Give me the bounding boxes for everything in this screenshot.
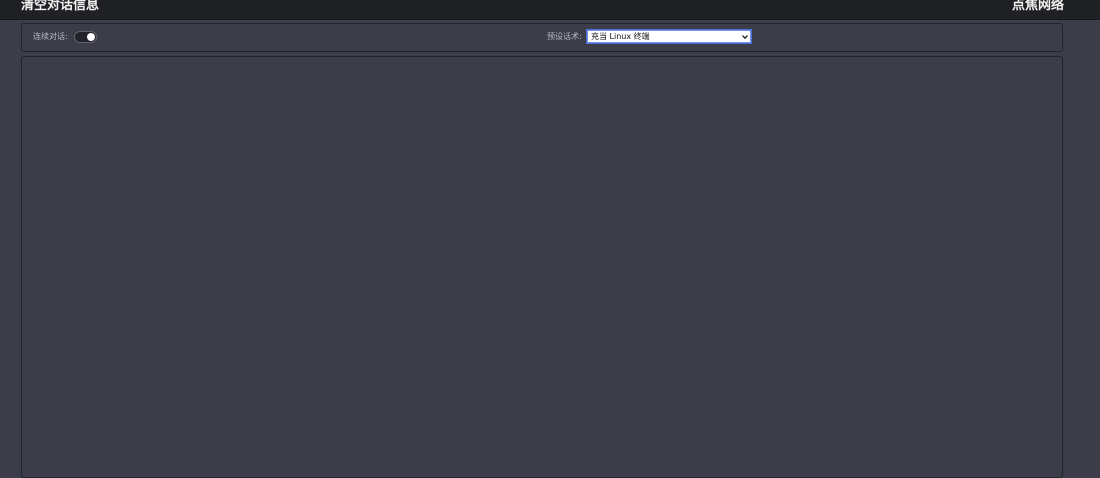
preset-prompt-selected-value: 充当 Linux 终端 <box>591 32 650 41</box>
chevron-down-icon <box>742 35 748 40</box>
chat-messages-area[interactable] <box>21 56 1063 478</box>
clear-chat-button[interactable]: 清空对话信息 <box>21 0 99 14</box>
continuous-dialog-label: 连续对话: <box>33 32 68 41</box>
preset-prompt-select[interactable]: 充当 Linux 终端 <box>586 29 752 44</box>
continuous-dialog-toggle[interactable] <box>74 31 97 43</box>
options-toolbar: 连续对话: 预设话术: 充当 Linux 终端 <box>21 23 1063 52</box>
preset-prompt-label: 预设话术: <box>547 32 582 41</box>
top-bar: 清空对话信息 点焦网络 <box>0 0 1100 19</box>
brand-link[interactable]: 点焦网络 <box>1012 0 1064 14</box>
toggle-knob <box>87 33 95 41</box>
